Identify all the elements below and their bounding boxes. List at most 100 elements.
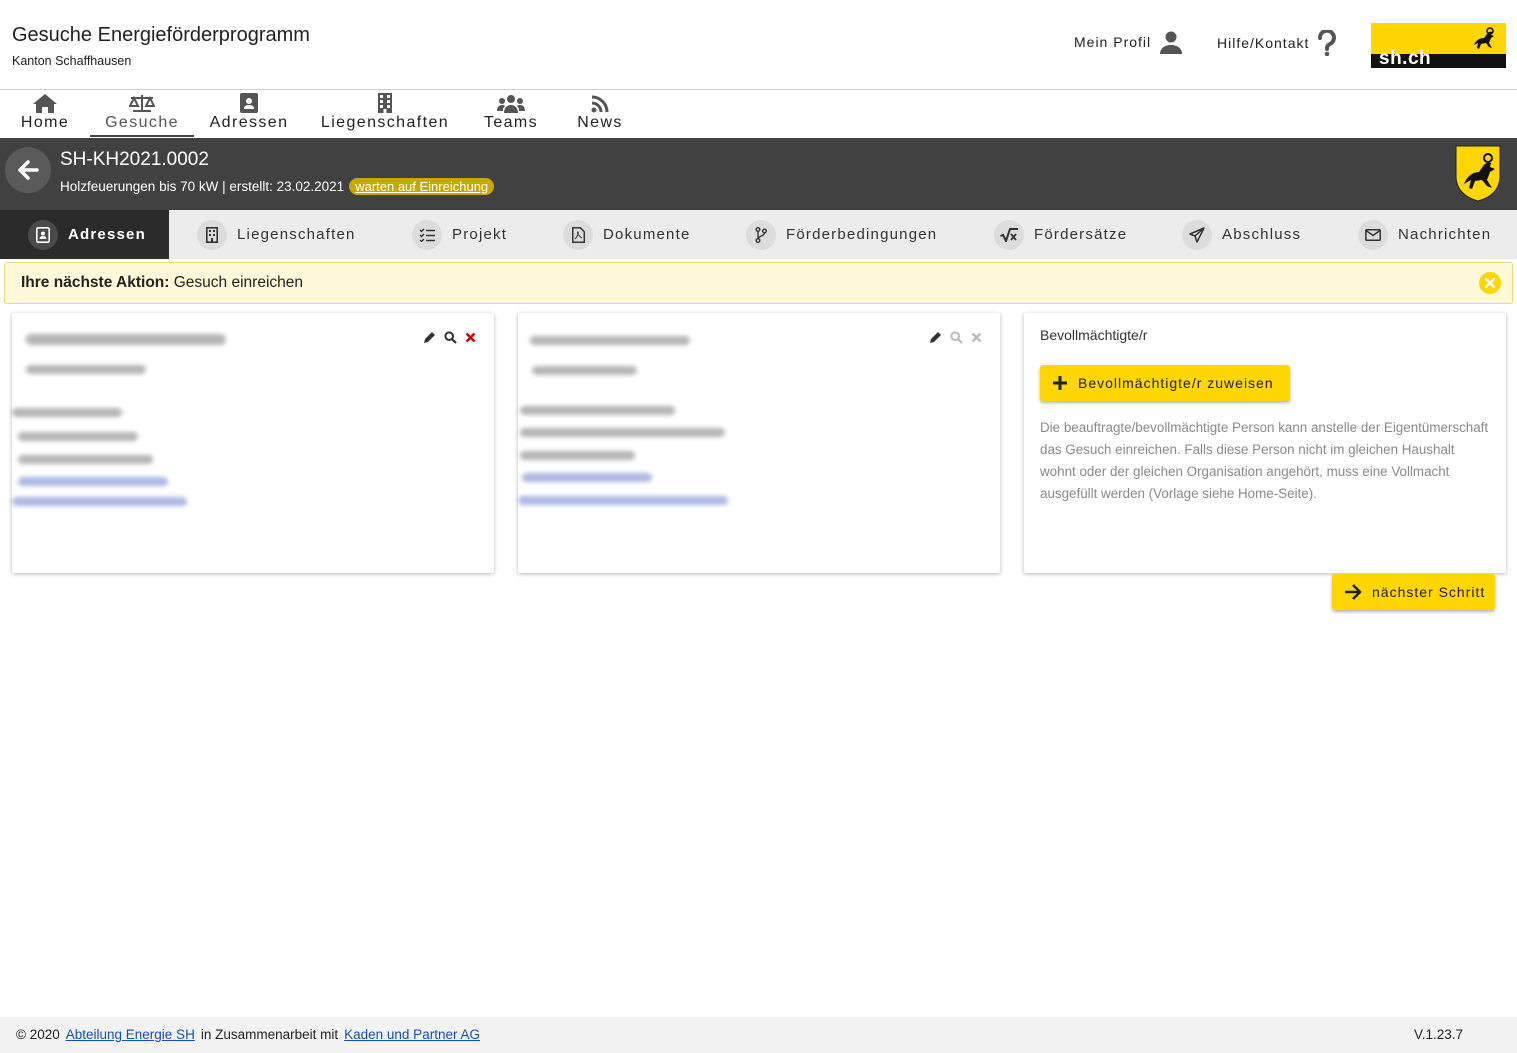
rss-icon — [572, 91, 628, 113]
redacted-link — [12, 497, 187, 506]
nav-home-label: Home — [20, 114, 70, 131]
authorized-card-title: Bevollmächtigte/r — [1040, 327, 1148, 343]
view-button[interactable] — [444, 331, 457, 344]
nav-teams-label: Teams — [483, 114, 539, 131]
users-icon — [480, 91, 542, 113]
nav-gesuche-label: Gesuche — [105, 114, 179, 131]
edit-button[interactable] — [929, 331, 942, 344]
address-book-icon — [206, 91, 292, 113]
redacted-line — [26, 365, 146, 374]
tab-liegenschaften-label: Liegenschaften — [237, 226, 356, 243]
scale-icon — [90, 91, 194, 113]
footer: © 2020 Abteilung Energie SH in Zusammena… — [0, 1017, 1517, 1053]
next-action-text: Ihre nächste Aktion: Gesuch einreichen — [21, 274, 303, 292]
next-step-button[interactable]: nächster Schritt — [1332, 574, 1496, 610]
address-book-icon — [28, 219, 58, 250]
back-button[interactable] — [5, 147, 51, 193]
profile-label: Mein Profil — [1074, 34, 1152, 50]
app-title: Gesuche Energieförderprogramm — [12, 24, 310, 46]
tab-dokumente-label: Dokumente — [603, 226, 691, 243]
next-action-banner: Ihre nächste Aktion: Gesuch einreichen — [4, 262, 1513, 304]
nav-adressen-label: Adressen — [209, 114, 289, 131]
app-subtitle: Kanton Schaffhausen — [12, 54, 132, 68]
ram-icon — [1474, 27, 1494, 49]
app-header: Gesuche Energieförderprogramm Kanton Sch… — [0, 0, 1517, 90]
sub-tabs: Adressen Liegenschaften Projekt Dokument… — [0, 210, 1517, 259]
nav-home[interactable]: Home — [18, 91, 72, 137]
footer-copyright: © 2020 — [16, 1027, 60, 1042]
redacted-link — [18, 477, 168, 486]
tab-adressen[interactable]: Adressen — [0, 210, 169, 259]
checklist-icon — [412, 219, 442, 250]
redacted-line — [12, 408, 122, 417]
logo-text: sh.ch — [1379, 48, 1432, 69]
nav-liegenschaften[interactable]: Liegenschaften — [318, 91, 452, 137]
tab-projekt[interactable]: Projekt — [384, 210, 507, 259]
user-icon — [1159, 30, 1183, 54]
footer-link-kaden[interactable]: Kaden und Partner AG — [344, 1027, 480, 1042]
view-button[interactable] — [950, 331, 963, 344]
tab-liegenschaften[interactable]: Liegenschaften — [169, 210, 356, 259]
footer-link-abteilung[interactable]: Abteilung Energie SH — [66, 1027, 195, 1042]
close-icon — [465, 332, 476, 343]
redacted-line — [532, 366, 637, 375]
redacted-name — [530, 336, 690, 345]
close-icon — [971, 332, 982, 343]
footer-middle-text: in Zusammenarbeit mit — [200, 1027, 339, 1042]
next-action-label: Ihre nächste Aktion: — [21, 274, 170, 291]
redacted-name — [26, 334, 226, 345]
help-link[interactable]: Hilfe/Kontakt — [1217, 30, 1337, 56]
tab-projekt-label: Projekt — [452, 226, 508, 243]
card-actions — [423, 331, 476, 344]
request-description: Holzfeuerungen bis 70 kW | erstellt: 23.… — [60, 179, 345, 194]
redacted-link — [518, 496, 728, 505]
card-actions — [929, 331, 982, 344]
tab-nachrichten-label: Nachrichten — [1398, 226, 1492, 243]
plus-icon — [1053, 376, 1067, 390]
redacted-line — [520, 428, 725, 437]
nav-adressen[interactable]: Adressen — [206, 91, 292, 137]
pdf-file-icon — [563, 219, 593, 250]
pencil-icon — [424, 332, 435, 343]
tab-adressen-label: Adressen — [68, 226, 146, 243]
arrow-left-icon — [18, 160, 39, 180]
canton-logo[interactable]: sh.ch — [1371, 23, 1506, 69]
tab-foerdersaetze[interactable]: Fördersätze — [966, 210, 1127, 259]
authorized-description: Die beauftragte/bevollmächtigte Person k… — [1040, 420, 1489, 501]
app-version: V.1.23.7 — [1414, 1027, 1464, 1042]
redacted-line — [18, 455, 153, 464]
redacted-line — [520, 451, 635, 460]
nav-liegenschaften-label: Liegenschaften — [320, 114, 450, 131]
profile-link[interactable]: Mein Profil — [1074, 30, 1183, 54]
close-icon — [1485, 278, 1495, 288]
redacted-line — [520, 406, 675, 415]
tab-dokumente[interactable]: Dokumente — [535, 210, 691, 259]
question-icon — [1317, 30, 1337, 56]
address-card-owner — [12, 313, 494, 573]
redacted-link — [522, 473, 652, 482]
assign-authorized-label: Bevollmächtigte/r zuweisen — [1078, 375, 1274, 391]
redacted-line — [18, 432, 138, 441]
envelope-icon — [1358, 219, 1388, 250]
authorized-person-card: Bevollmächtigte/r Bevollmächtigte/r zuwe… — [1024, 313, 1506, 573]
nav-news[interactable]: News — [572, 91, 628, 137]
banner-close-button[interactable] — [1479, 272, 1501, 294]
delete-button[interactable] — [971, 332, 982, 343]
main-nav: Home Gesuche Adressen Liegenschaften Tea… — [0, 91, 1517, 137]
tab-abschluss[interactable]: Abschluss — [1154, 210, 1301, 259]
building-icon — [318, 91, 452, 113]
assign-authorized-button[interactable]: Bevollmächtigte/r zuweisen — [1040, 365, 1290, 401]
search-icon — [444, 331, 457, 344]
paper-plane-icon — [1182, 219, 1212, 250]
nav-gesuche[interactable]: Gesuche — [90, 91, 194, 137]
nav-teams[interactable]: Teams — [480, 91, 542, 137]
nav-news-label: News — [577, 114, 623, 131]
status-badge: warten auf Einreichung — [349, 178, 495, 195]
tab-foerderbedingungen-label: Förderbedingungen — [786, 226, 938, 243]
branch-icon — [746, 219, 776, 250]
tab-foerderbedingungen[interactable]: Förderbedingungen — [718, 210, 937, 259]
edit-button[interactable] — [423, 331, 436, 344]
delete-button[interactable] — [465, 332, 476, 343]
tab-nachrichten[interactable]: Nachrichten — [1330, 210, 1491, 259]
request-id: SH-KH2021.0002 — [60, 149, 209, 170]
